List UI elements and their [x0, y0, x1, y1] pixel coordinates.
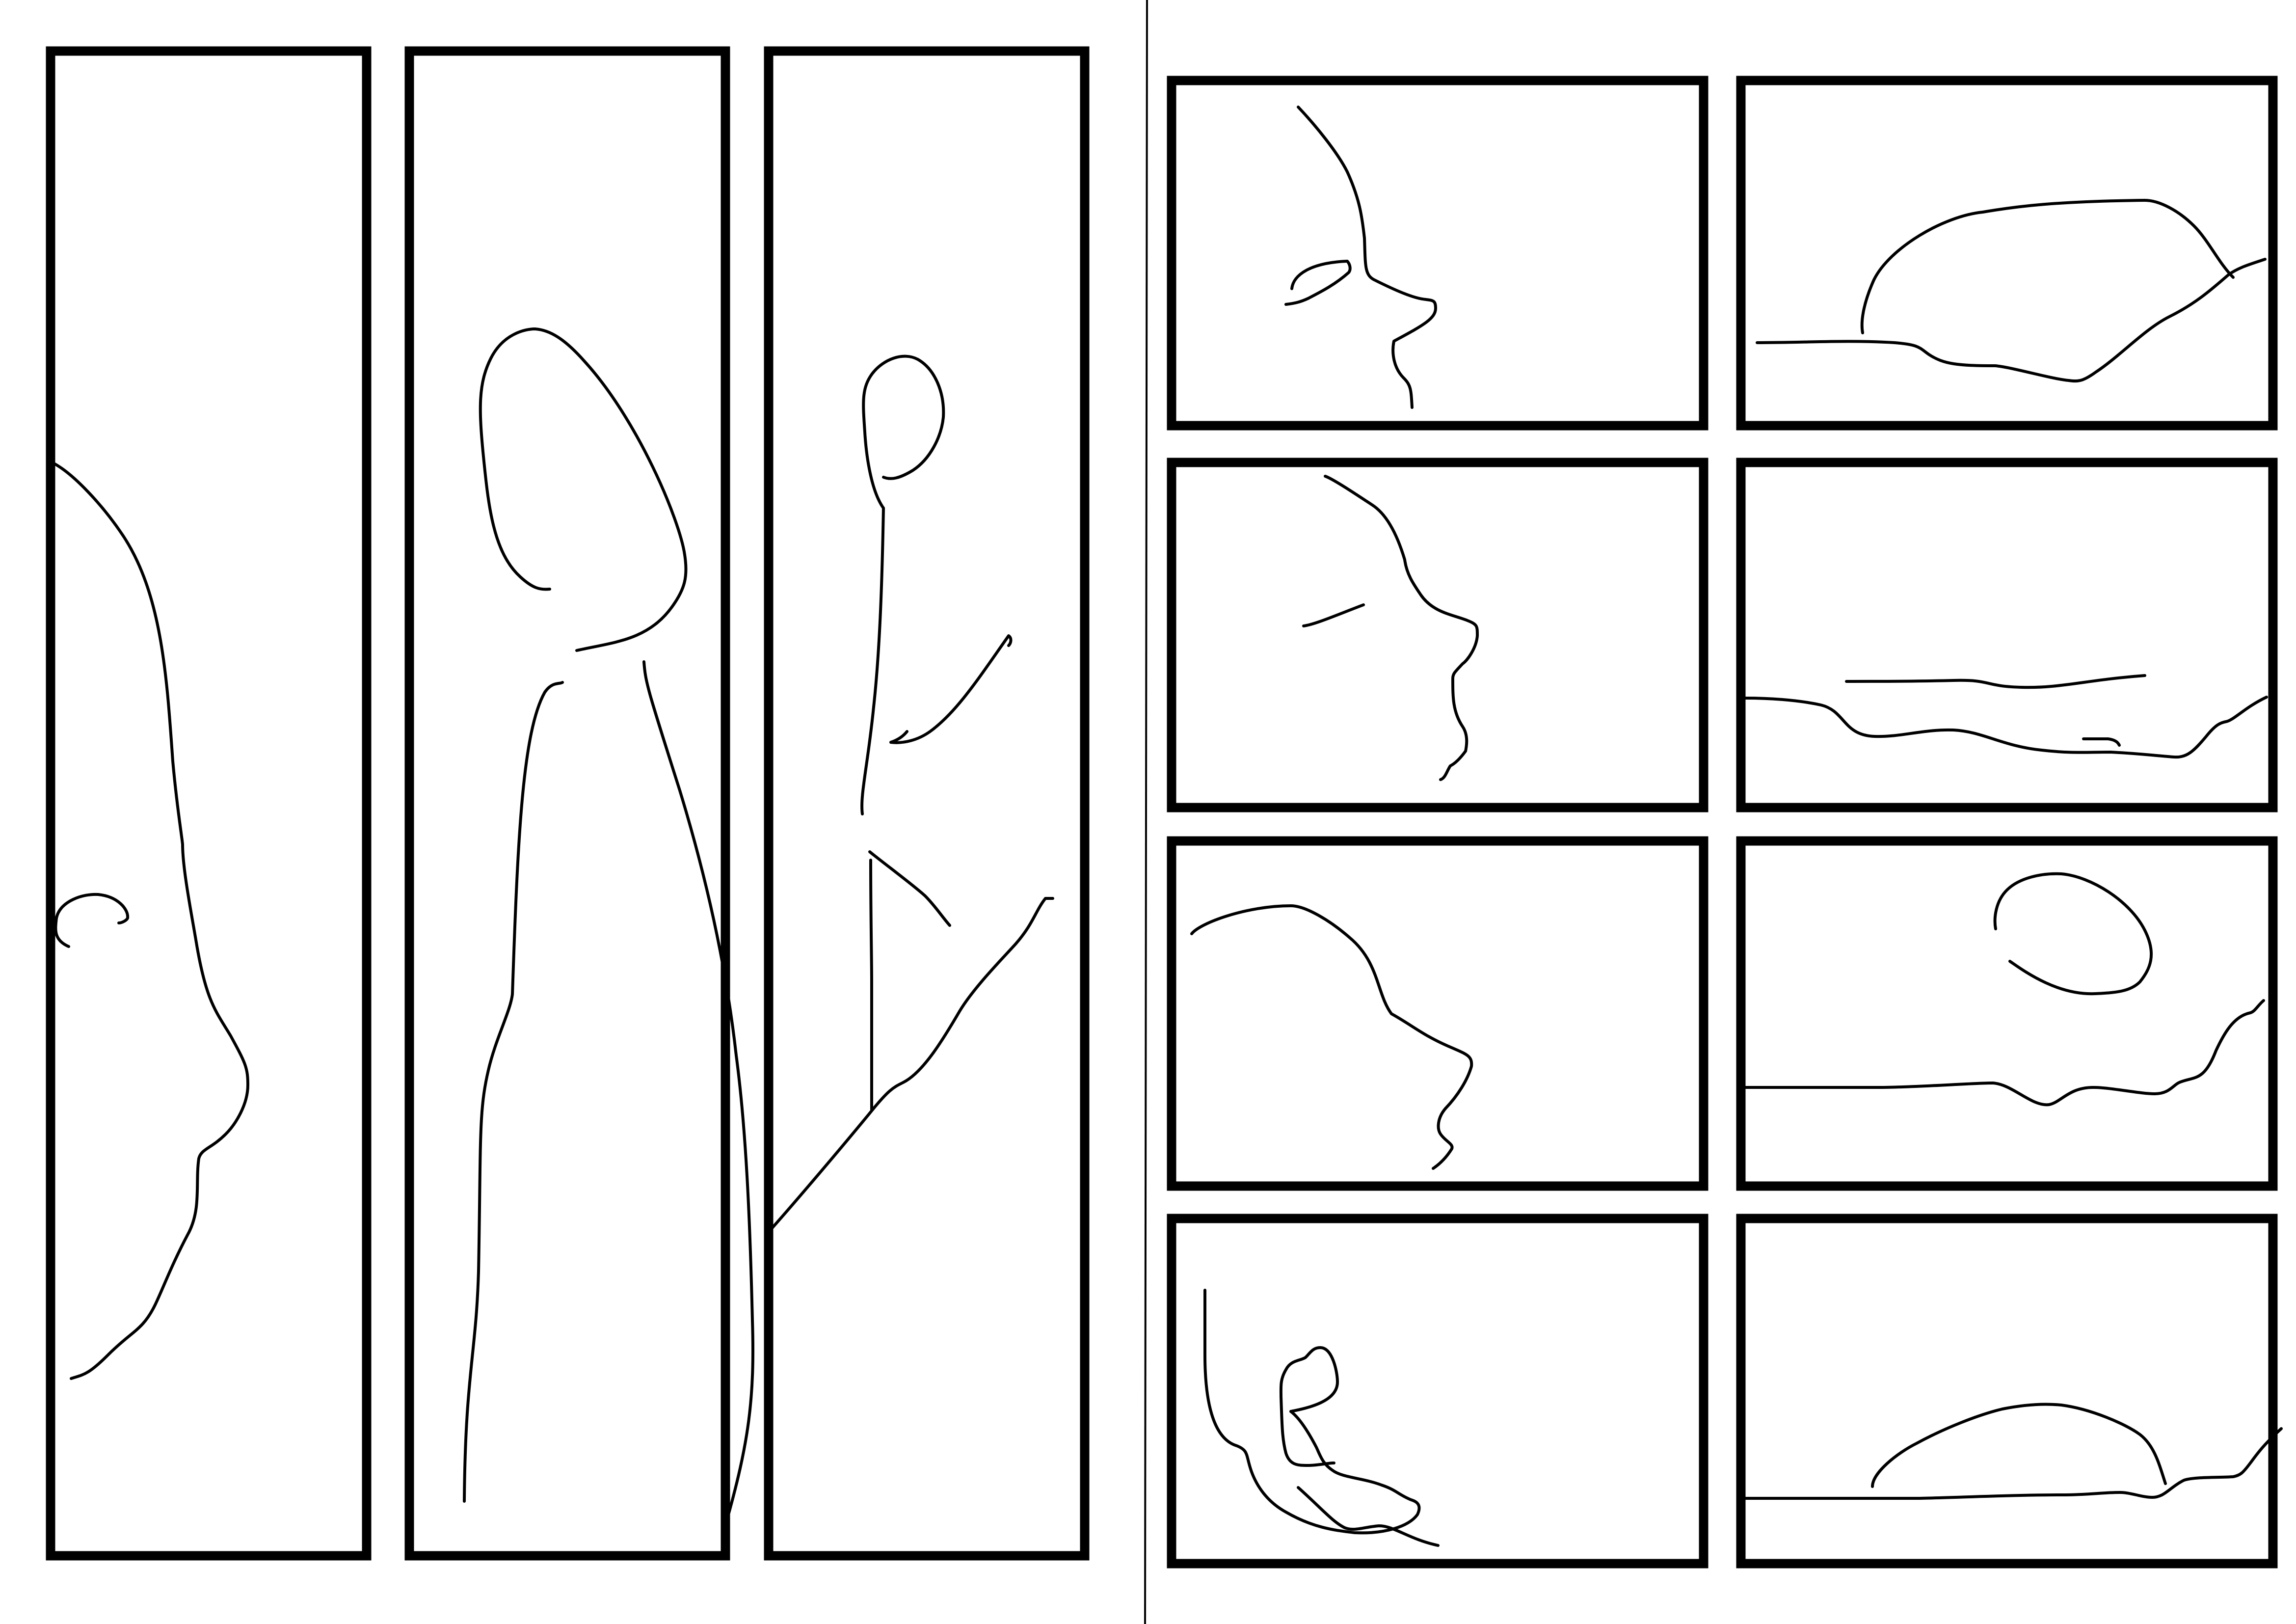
wide-panel-row4-right [1736, 1214, 2283, 1569]
page-divider [1144, 0, 1148, 1624]
panel-frame [1167, 458, 1709, 812]
panel-frame [1167, 836, 1709, 1191]
wide-panel-row2-right [1736, 458, 2278, 812]
sketch-face-profile-small [1190, 904, 1473, 1170]
sketch-reclining-figure [1756, 199, 2267, 383]
sketch-horizon-lines [1744, 674, 2268, 759]
sketch-face-profile-small [1284, 106, 1437, 409]
wide-panel-row1-right [1736, 76, 2278, 431]
panel-frame [1736, 836, 2278, 1191]
panel-frame [1736, 458, 2278, 812]
panel-frame [764, 46, 1090, 1561]
sketch-seated-figure [1203, 1289, 1440, 1547]
left-page [46, 46, 1090, 1561]
wide-panel-row3-left [1167, 836, 1709, 1191]
storyboard-canvas [46, 0, 2283, 1624]
wide-panel-row3-right [1736, 836, 2278, 1191]
wide-panel-row2-left [1167, 458, 1709, 812]
sketch-arm-and-head [769, 354, 1054, 1231]
right-page [1167, 76, 2283, 1569]
wide-panel-row1-left [1167, 76, 1709, 431]
sketch-face-profile-small [1302, 475, 1479, 781]
panel-frame [404, 46, 730, 1561]
panel-frame [46, 46, 372, 1561]
sketch-reclining-figure [1744, 1403, 2283, 1500]
sketch-round-shape-over-line [1744, 872, 2265, 1107]
panel-frame [1736, 1214, 2278, 1569]
panel-frame [1167, 76, 1709, 431]
tall-panel-2 [404, 46, 754, 1561]
tall-panel-1 [46, 46, 372, 1561]
sketch-standing-figure [463, 327, 754, 1523]
panel-frame [1736, 76, 2278, 431]
tall-panel-3 [764, 46, 1090, 1561]
sketch-face-profile [52, 461, 249, 1380]
panel-frame [1167, 1214, 1709, 1569]
wide-panel-row4-left [1167, 1214, 1709, 1569]
